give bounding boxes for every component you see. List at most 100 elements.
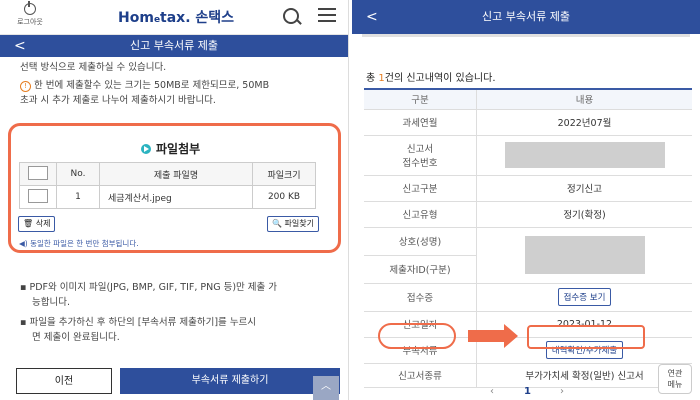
table-row: 접수증 접수증 보기 (364, 283, 692, 312)
scroll-top-button[interactable]: ︿ (313, 376, 339, 400)
trash-icon: 🗑 (23, 219, 34, 228)
logo-text-b: tax. 손택스 (160, 10, 235, 26)
col-filename: 제출 파일명 (99, 162, 253, 186)
find-file-label: 파일찾기 (284, 219, 314, 228)
row-no: 1 (56, 185, 100, 209)
highlight-box-attach-button (527, 325, 645, 349)
row-value (476, 135, 692, 176)
row-value: 정기(확정) (476, 201, 692, 228)
file-table: No. 제출 파일명 파일크기 1 세금계산서.jpeg 200 KB (19, 162, 316, 209)
bullet-submit-line1: 파일을 추가하신 후 하단의 [부속서류 제출하기]를 누르시 (29, 317, 257, 328)
row-filename: 세금계산서.jpeg (99, 185, 253, 209)
select-all-cell[interactable] (19, 162, 57, 186)
related-menu-line1: 연관 (667, 369, 683, 378)
row-select-cell[interactable] (19, 185, 57, 209)
bullet-formats-line1: PDF와 이미지 파일(JPG, BMP, GIF, TIF, PNG 등)만 … (29, 282, 278, 293)
left-screen: 로그아웃 Hometax. 손택스 < 신고 부속서류 제출 선택 방식으로 제… (0, 0, 349, 400)
row-label-line2: 접수번호 (402, 158, 438, 169)
row-value: 접수증 보기 (476, 283, 692, 312)
search-icon[interactable] (283, 8, 299, 24)
title-bar: < 신고 부속서류 제출 (0, 35, 348, 57)
page-title: 신고 부속서류 제출 (482, 10, 570, 23)
delete-label: 삭제 (35, 219, 51, 228)
header-category: 구분 (364, 89, 477, 110)
file-table-header: No. 제출 파일명 파일크기 (19, 162, 316, 186)
row-checkbox[interactable] (28, 188, 48, 203)
masked-name-id (524, 236, 645, 274)
logo-text-a: Hom (118, 10, 154, 26)
title-bar: < 신고 부속서류 제출 (352, 0, 700, 34)
bullet-formats-line2: 능합니다. (32, 297, 70, 308)
row-value: 2022년07월 (476, 109, 692, 136)
bullet-submit: ▪ 파일을 추가하신 후 하단의 [부속서류 제출하기]를 누르시 (20, 315, 256, 330)
pager-page-1[interactable]: 1 (524, 386, 531, 397)
row-label: 접수증 (364, 283, 477, 312)
row-label: 신고유형 (364, 201, 477, 228)
top-bar: 로그아웃 Hometax. 손택스 (0, 0, 348, 35)
table-header: 구분 내용 (364, 89, 692, 110)
bullet-submit-line2: 면 제출이 완료됩니다. (32, 332, 120, 343)
row-label: 신고서종류 (364, 363, 477, 388)
bullet-square-icon: ▪ (20, 317, 27, 328)
table-row: 신고서 접수번호 (364, 135, 692, 176)
prev-button[interactable]: 이전 (16, 368, 112, 394)
row-label: 신고서 접수번호 (364, 135, 477, 176)
divider (362, 34, 690, 37)
masked-receipt-number (504, 142, 665, 168)
row-label-line1: 신고서 (406, 144, 434, 155)
table-row: 과세연월 2022년07월 (364, 109, 692, 136)
row-value: 정기신고 (476, 175, 692, 202)
count-suffix: 건의 신고내역이 있습니다. (384, 73, 496, 84)
table-row: 1 세금계산서.jpeg 200 KB (19, 185, 316, 209)
table-row: 신고서종류 부가가치세 확정(일반) 신고서 (364, 363, 692, 388)
back-button[interactable]: < (14, 35, 26, 57)
notice-icon: ! (20, 81, 31, 92)
file-attach-box: 파일첨부 No. 제출 파일명 파일크기 1 세금계산서.jpeg 200 KB… (8, 123, 341, 253)
table-row: 신고구분 정기신고 (364, 175, 692, 202)
size-notice-line2: 초과 시 추가 제출로 나누어 제출하시기 바랍니다. (20, 95, 216, 106)
header-content: 내용 (476, 89, 692, 110)
logout-button[interactable]: 로그아웃 (10, 1, 50, 27)
table-row: 상호(성명) (364, 227, 692, 284)
row-label: 신고구분 (364, 175, 477, 202)
duplicate-hint-text: 동일한 파일은 한 번만 첨부됩니다. (30, 239, 139, 248)
row-filesize: 200 KB (252, 185, 316, 209)
hometax-logo[interactable]: Hometax. 손택스 (118, 7, 234, 27)
bullet-formats: ▪ PDF와 이미지 파일(JPG, BMP, GIF, TIF, PNG 등)… (20, 280, 277, 295)
notice-line: 선택 방식으로 제출하실 수 있습니다. (20, 62, 167, 73)
power-icon (24, 1, 36, 15)
size-notice-line1: 한 번에 제출할수 있는 크기는 50MB로 제한되므로, 50MB (34, 80, 270, 91)
table-row: 신고유형 정기(확정) (364, 201, 692, 228)
hamburger-menu-icon[interactable] (318, 8, 336, 22)
submit-attachments-button[interactable]: 부속서류 제출하기 (120, 368, 340, 394)
find-file-button[interactable]: 🔍 파일찾기 (267, 216, 319, 232)
play-circle-icon (141, 144, 151, 154)
size-notice: ! 한 번에 제출할수 있는 크기는 50MB로 제한되므로, 50MB (20, 78, 269, 93)
row-value (476, 227, 692, 284)
speaker-icon: ◀︎) (19, 239, 28, 248)
related-menu-line2: 메뉴 (667, 380, 683, 389)
page-title: 신고 부속서류 제출 (130, 39, 218, 52)
view-receipt-button[interactable]: 접수증 보기 (557, 288, 612, 306)
row-label: 제출자ID(구분) (364, 255, 477, 284)
row-label: 상호(성명) (364, 227, 477, 256)
back-button[interactable]: < (366, 0, 378, 34)
highlight-oval-attach-label (378, 323, 456, 349)
result-count: 총 1건의 신고내역이 있습니다. (366, 69, 496, 84)
pager-next-button[interactable]: › (560, 386, 564, 397)
row-label: 과세연월 (364, 109, 477, 136)
attach-title-text: 파일첨부 (156, 142, 201, 156)
duplicate-hint: ◀︎) 동일한 파일은 한 번만 첨부됩니다. (19, 238, 139, 249)
attach-title: 파일첨부 (141, 140, 200, 157)
delete-button[interactable]: 🗑 삭제 (18, 216, 56, 232)
col-filesize: 파일크기 (252, 162, 316, 186)
select-all-checkbox[interactable] (28, 165, 48, 180)
arrow-right-icon (468, 324, 518, 348)
bullet-square-icon: ▪ (20, 282, 27, 293)
related-menu-button[interactable]: 연관 메뉴 (658, 364, 692, 394)
pager-prev-button[interactable]: ‹ (490, 386, 494, 397)
count-prefix: 총 (366, 73, 379, 84)
logout-label: 로그아웃 (17, 18, 43, 26)
search-icon: 🔍 (272, 219, 282, 228)
col-no: No. (56, 162, 100, 186)
